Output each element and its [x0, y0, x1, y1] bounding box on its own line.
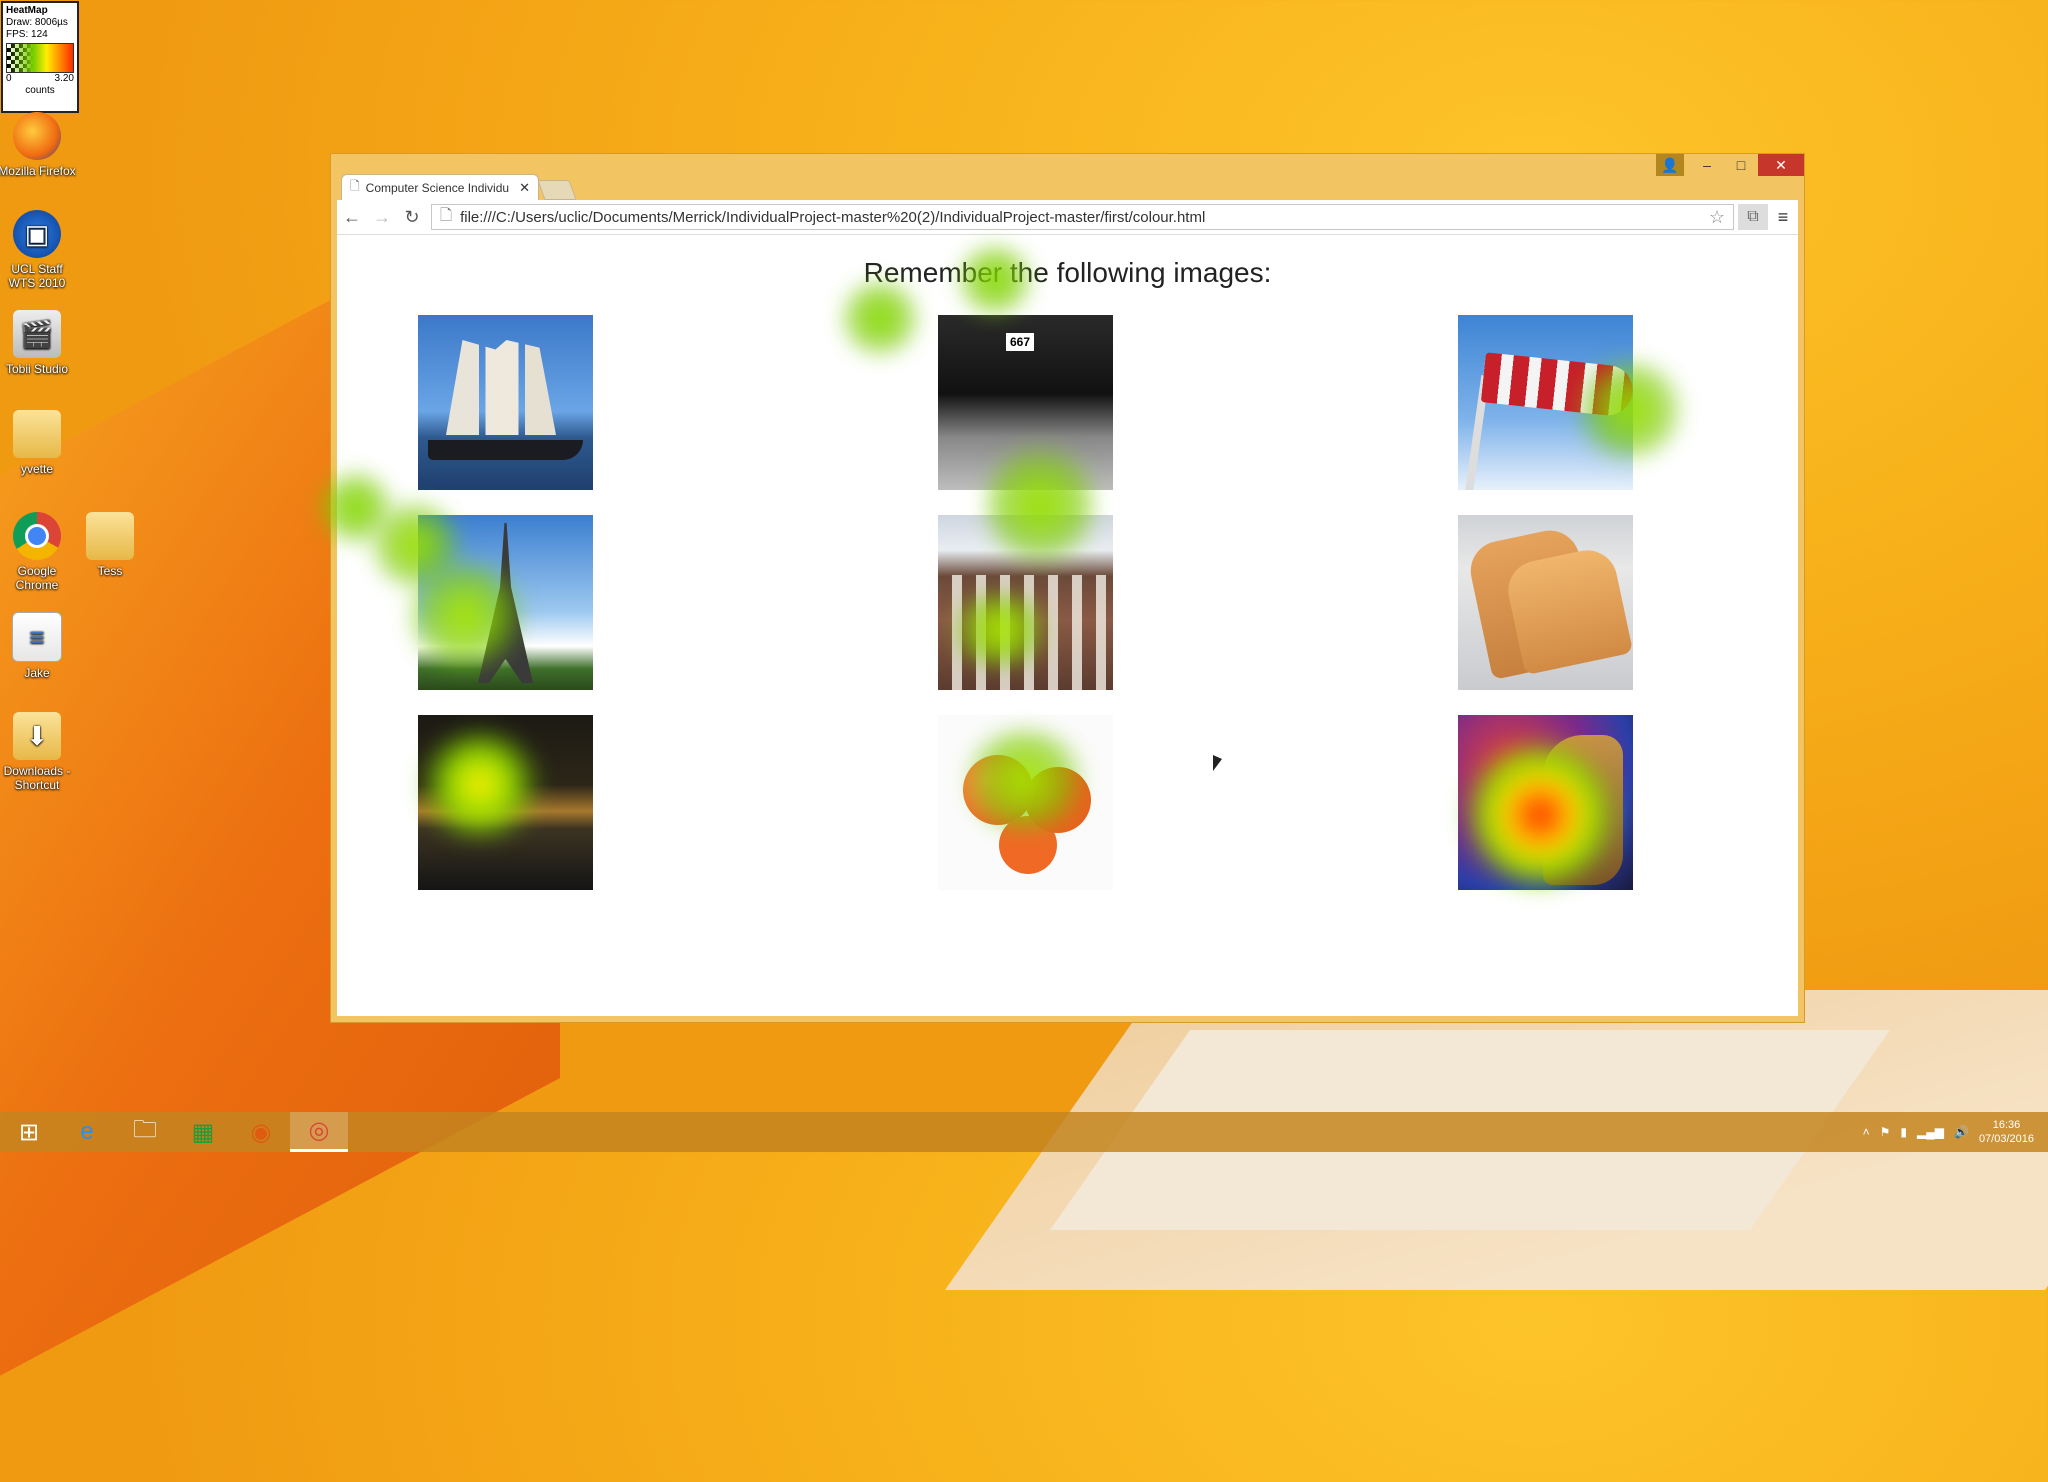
menu-icon[interactable]: ≡: [1768, 207, 1798, 228]
toast-image: [1458, 515, 1633, 690]
bookmark-star-icon[interactable]: ☆: [1709, 207, 1725, 228]
browser-toolbar: ← → ↻ 🗋 file:///C:/Users/uclic/Documents…: [337, 200, 1798, 235]
desktop-icon-jake[interactable]: ≡ Jake: [0, 612, 77, 680]
heatmap-unit: counts: [25, 85, 55, 96]
desktop-icon-firefox[interactable]: Mozilla Firefox: [0, 112, 77, 178]
browser-window: 👤 – □ ✕ 🗋 Computer Science Individu ✕ ← …: [330, 153, 1805, 1023]
desktop-icon-yvette[interactable]: yvette: [0, 410, 77, 476]
oranges-image: [938, 715, 1113, 890]
marathon-runners-image: [938, 315, 1113, 490]
page-heading: Remember the following images:: [863, 257, 1272, 288]
back-icon[interactable]: ←: [337, 207, 367, 228]
page-icon: 🗋: [440, 206, 453, 224]
heatmap-fps: FPS: 124: [6, 29, 48, 40]
document-icon: ≡: [12, 612, 62, 662]
tab-title: Computer Science Individu: [365, 180, 510, 195]
clapperboard-icon: 🎬: [13, 310, 61, 358]
desktop-icon-label: Downloads - Shortcut: [3, 764, 71, 792]
store-icon[interactable]: ▦: [174, 1112, 232, 1152]
url-text: file:///C:/Users/uclic/Documents/Merrick…: [460, 208, 1206, 226]
close-button[interactable]: ✕: [1758, 154, 1804, 176]
page-viewport: Remember the following images:: [337, 235, 1798, 1016]
dragon-image: [1458, 715, 1633, 890]
heatmap-scale-max: 3.20: [54, 73, 74, 84]
chrome-icon: [13, 512, 61, 560]
window-controls: 👤 – □ ✕: [1656, 154, 1804, 176]
folder-icon: [13, 410, 61, 458]
eiffel-tower-image: [418, 515, 593, 690]
firefox-icon[interactable]: ◉: [232, 1112, 290, 1152]
folder-icon: [86, 512, 134, 560]
desktop-icon-downloads[interactable]: ⬇ Downloads - Shortcut: [0, 712, 77, 792]
clock[interactable]: 16:36 07/03/2016: [1979, 1118, 2034, 1146]
minimize-button[interactable]: –: [1690, 154, 1724, 176]
heatmap-title: HeatMap: [6, 5, 48, 16]
volume-icon[interactable]: 🔊: [1954, 1125, 1969, 1139]
show-hidden-icons-icon[interactable]: ˄: [1863, 1125, 1870, 1139]
profile-button[interactable]: 👤: [1656, 154, 1684, 176]
heatmap-draw-time: Draw: 8006µs: [6, 17, 68, 28]
desktop-icon-label: yvette: [20, 462, 53, 476]
heatmap-scale-min: 0: [6, 73, 12, 84]
downloads-folder-icon: ⬇: [13, 712, 61, 760]
taskbar: ⊞ e 🗀 ▦ ◉ ◎ ˄ ⚑ ▮ ▂▄▆ 🔊 16:36 07/03/2016: [0, 1112, 2048, 1152]
tab-close-icon[interactable]: ✕: [519, 180, 530, 196]
heatmap-legend: HeatMap Draw: 8006µs FPS: 124 0 3.20 cou…: [1, 1, 79, 113]
chrome-icon[interactable]: ◎: [290, 1112, 348, 1152]
townhouses-image: [938, 515, 1113, 690]
flag-icon[interactable]: ⚑: [1880, 1125, 1891, 1139]
internet-explorer-icon[interactable]: e: [58, 1112, 116, 1152]
extension-icon[interactable]: ⧉: [1738, 204, 1768, 230]
firefox-icon: [13, 112, 61, 160]
windows-start-icon[interactable]: ⊞: [0, 1112, 58, 1152]
new-tab-button[interactable]: [537, 180, 577, 200]
mouse-cursor-icon: [1213, 755, 1222, 771]
heatmap-scale: 0 3.20: [6, 73, 74, 85]
clock-date: 07/03/2016: [1978, 1133, 2034, 1145]
desktop-icon-ucl-wts[interactable]: ▣ UCL Staff WTS 2010: [0, 210, 77, 290]
page-icon: 🗋: [350, 179, 360, 193]
remote-desktop-icon: ▣: [13, 210, 61, 258]
system-tray: ˄ ⚑ ▮ ▂▄▆ 🔊 16:36 07/03/2016: [1863, 1112, 2034, 1152]
desktop-icon-label: Tobii Studio: [5, 362, 69, 376]
heatmap-gradient: [6, 43, 74, 73]
network-icon[interactable]: ▮: [1900, 1125, 1907, 1139]
clock-time: 16:36: [1992, 1119, 2021, 1131]
desktop-icon-chrome[interactable]: Google Chrome: [0, 512, 77, 592]
desktop-icon-tobii[interactable]: 🎬 Tobii Studio: [0, 310, 77, 376]
signal-icon[interactable]: ▂▄▆: [1917, 1125, 1944, 1139]
night-city-image: [418, 715, 593, 890]
desktop-icon-label: Google Chrome: [15, 564, 59, 592]
reload-icon[interactable]: ↻: [397, 207, 427, 228]
forward-icon[interactable]: →: [367, 207, 397, 228]
desktop-icon-label: Jake: [24, 666, 50, 680]
desktop-icon-label: UCL Staff WTS 2010: [8, 262, 66, 290]
file-explorer-icon[interactable]: 🗀: [116, 1112, 174, 1152]
browser-tab[interactable]: 🗋 Computer Science Individu ✕: [341, 174, 539, 200]
desktop-icon-label: Mozilla Firefox: [0, 164, 76, 178]
address-bar[interactable]: 🗋 file:///C:/Users/uclic/Documents/Merri…: [431, 204, 1734, 230]
windsock-image: [1458, 315, 1633, 490]
desktop-icon-tess[interactable]: Tess: [70, 512, 150, 578]
desktop-icon-label: Tess: [97, 564, 123, 578]
maximize-button[interactable]: □: [1724, 154, 1758, 176]
sailing-ship-image: [418, 315, 593, 490]
